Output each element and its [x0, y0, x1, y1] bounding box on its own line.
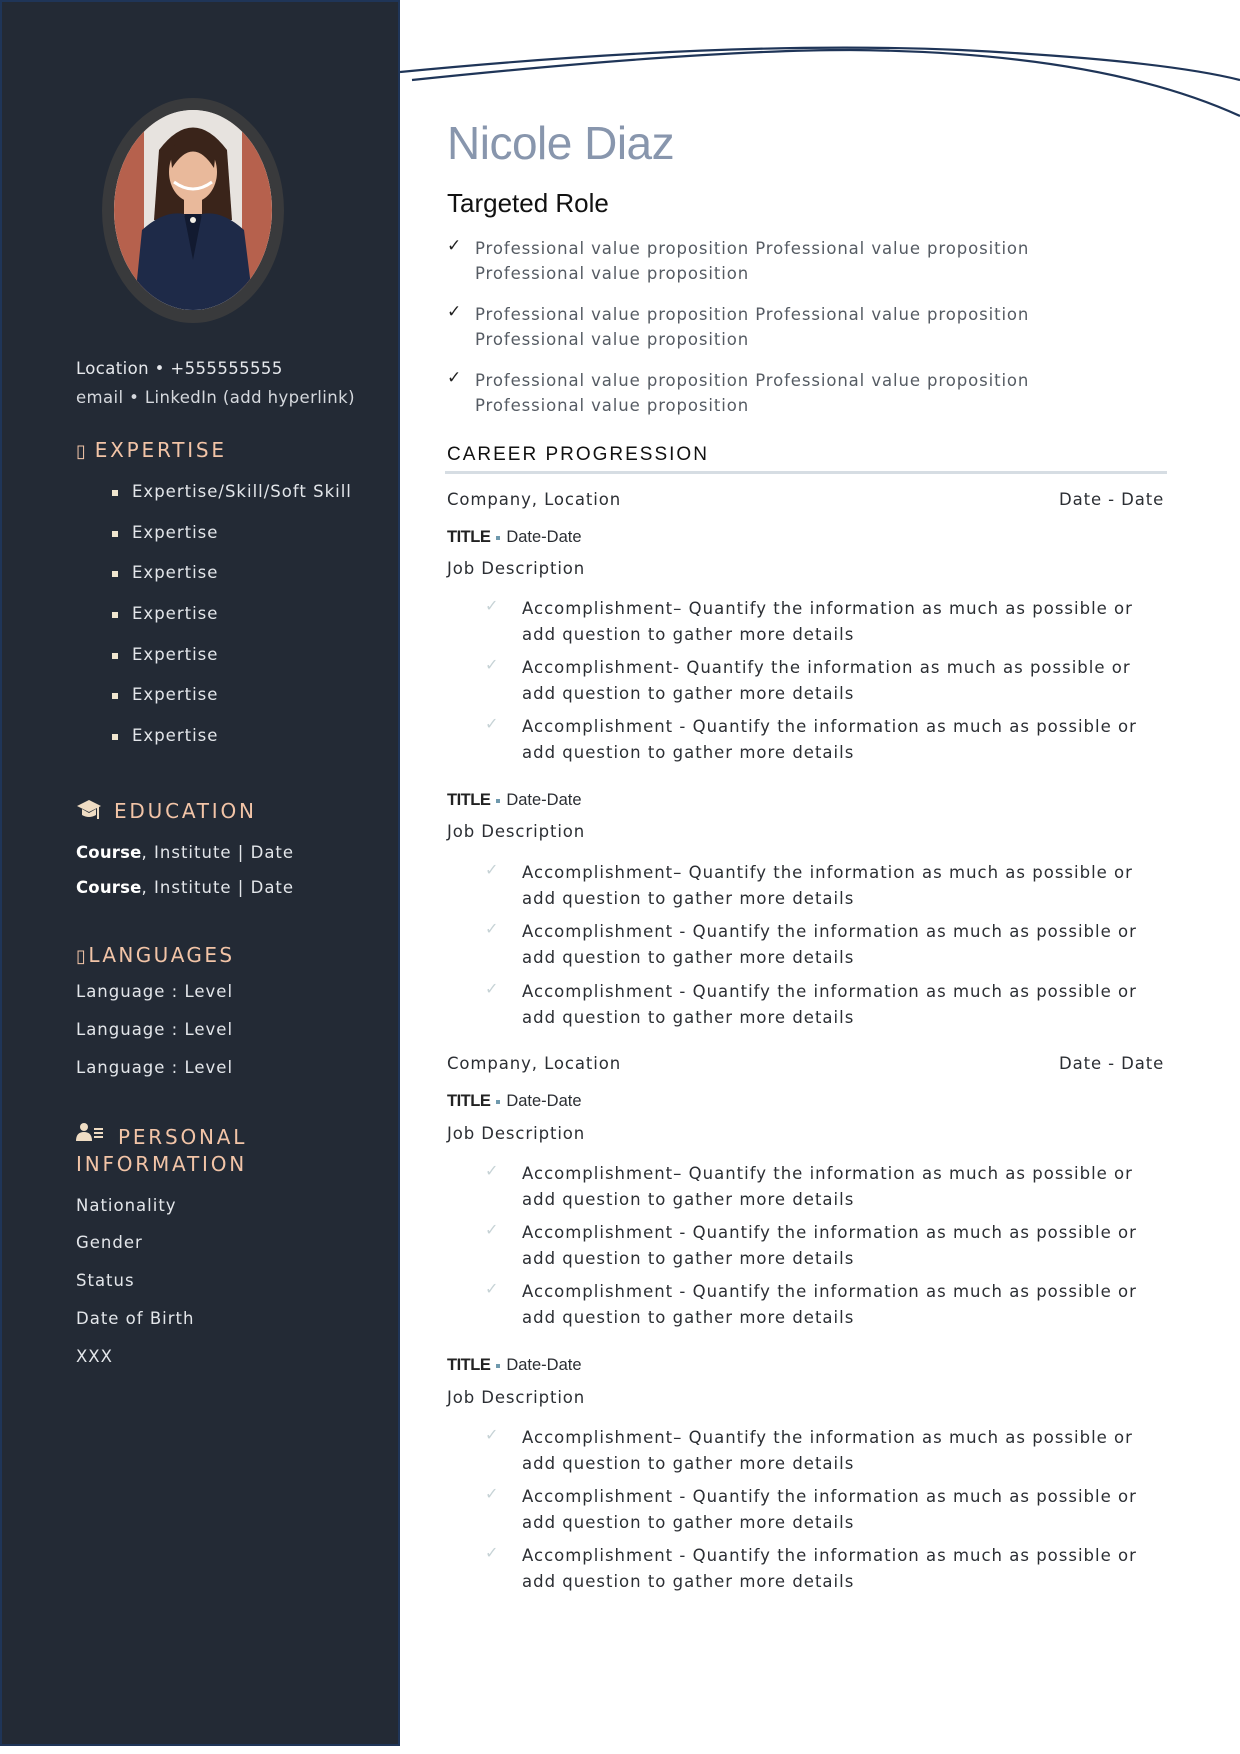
value-proposition-item: ✓ Professional value proposition Professi… [447, 236, 1030, 283]
checkmark-icon: ✓ [485, 596, 500, 615]
accomplishment-item: ✓ Accomplishment - Quantify the informati… [485, 1220, 1165, 1271]
checkmark-icon: ✓ [485, 860, 500, 879]
checkmark-icon: ✓ [447, 302, 463, 322]
targeted-role: Targeted Role [447, 188, 609, 218]
job-description: Job Description [447, 559, 586, 578]
job-title-line: TITLE Date-Date [447, 1092, 582, 1110]
checkmark-icon: ✓ [485, 1484, 500, 1503]
section-divider [445, 471, 1167, 474]
checkmark-icon: ✓ [485, 919, 500, 938]
accomplishment-item: ✓ Accomplishment- Quantify the informatio… [485, 655, 1165, 706]
accomplishment-item: ✓ Accomplishment - Quantify the informati… [485, 1543, 1165, 1594]
accomplishment-item: ✓ Accomplishment - Quantify the informati… [485, 1484, 1165, 1535]
value-proposition-item: ✓ Professional value proposition Professi… [447, 368, 1030, 415]
job-title-line: TITLE Date-Date [447, 791, 582, 809]
checkmark-icon: ✓ [485, 1220, 500, 1239]
checkmark-icon: ✓ [485, 1425, 500, 1444]
accomplishment-item: ✓ Accomplishment– Quantify the informatio… [485, 1161, 1165, 1212]
separator-dot-icon [496, 535, 501, 540]
accomplishment-item: ✓ Accomplishment– Quantify the informatio… [485, 1425, 1165, 1476]
separator-dot-icon [496, 798, 501, 803]
accomplishment-item: ✓ Accomplishment - Quantify the informati… [485, 919, 1165, 970]
company-location: Company, Location [447, 490, 622, 509]
accomplishment-item: ✓ Accomplishment– Quantify the informatio… [485, 860, 1165, 911]
job-title-line: TITLE Date-Date [447, 528, 582, 546]
checkmark-icon: ✓ [485, 655, 500, 674]
main-content: Nicole Diaz Targeted Role ✓ Professional … [0, 0, 1240, 1754]
job-title-line: TITLE Date-Date [447, 1356, 582, 1374]
checkmark-icon: ✓ [447, 368, 463, 388]
checkmark-icon: ✓ [485, 1543, 500, 1562]
checkmark-icon: ✓ [447, 236, 463, 256]
candidate-name: Nicole Diaz [447, 117, 675, 169]
separator-dot-icon [496, 1363, 501, 1368]
accomplishment-item: ✓ Accomplishment– Quantify the informatio… [485, 596, 1165, 647]
accomplishment-item: ✓ Accomplishment - Quantify the informati… [485, 714, 1165, 765]
company-location: Company, Location [447, 1054, 622, 1073]
value-proposition-item: ✓ Professional value proposition Professi… [447, 302, 1030, 349]
checkmark-icon: ✓ [485, 1279, 500, 1298]
company-dates: Date - Date [1059, 1054, 1165, 1073]
career-progression-heading: CAREER PROGRESSION [447, 444, 709, 465]
checkmark-icon: ✓ [485, 714, 500, 733]
job-description: Job Description [447, 1124, 586, 1143]
checkmark-icon: ✓ [485, 1161, 500, 1180]
job-description: Job Description [447, 822, 586, 841]
job-description: Job Description [447, 1388, 586, 1407]
separator-dot-icon [496, 1099, 501, 1104]
accomplishment-item: ✓ Accomplishment - Quantify the informati… [485, 1279, 1165, 1330]
company-dates: Date - Date [1059, 490, 1165, 509]
accomplishment-item: ✓ Accomplishment - Quantify the informati… [485, 979, 1165, 1030]
checkmark-icon: ✓ [485, 979, 500, 998]
